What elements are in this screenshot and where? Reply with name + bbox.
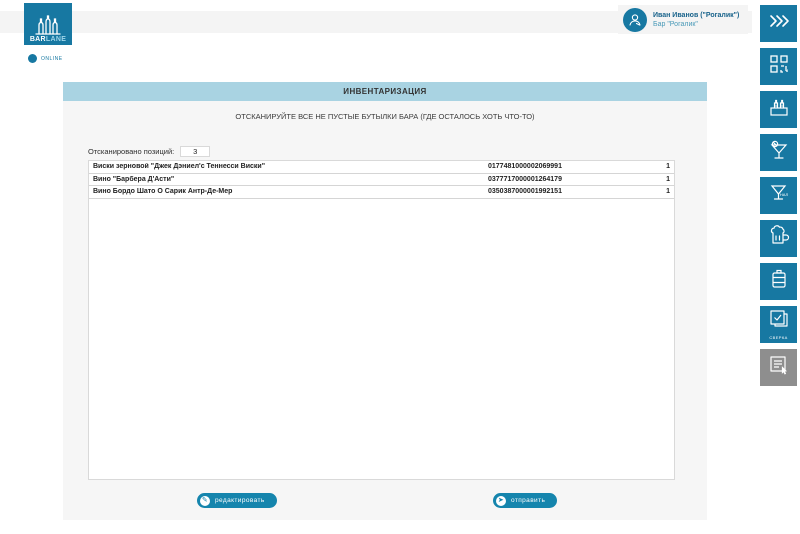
sidebar-item-beer[interactable] (760, 220, 797, 257)
page-title: ИНВЕНТАРИЗАЦИЯ (343, 87, 426, 96)
online-status: ONLINE (28, 54, 63, 63)
cocktail-glass-icon (767, 138, 791, 167)
item-name: Вино Бордо Шато О Сарик Антр-Де-Мер (89, 188, 488, 195)
send-button[interactable]: ➤ отправить (493, 493, 557, 508)
bottles-logo-icon (35, 15, 61, 36)
edit-button-label: редактировать (215, 497, 265, 504)
svg-text:A: A (774, 103, 777, 108)
sidebar-item-cocktails[interactable] (760, 134, 797, 171)
barlane-logo[interactable]: BARLANE (24, 3, 72, 45)
send-button-label: отправить (511, 497, 545, 504)
user-org: Бар "Рогалик" (653, 20, 739, 29)
table-row[interactable]: Виски зерновой "Джек Дэниел'с Теннесси В… (89, 161, 674, 174)
inventory-panel: ИНВЕНТАРИЗАЦИЯ ОТСКАНИРУЙТЕ ВСЕ НЕ ПУСТЫ… (63, 82, 707, 520)
item-name: Вино "Барбера Д'Асти" (89, 176, 488, 183)
scanned-count-value[interactable]: 3 (180, 146, 210, 157)
reconciliation-icon (768, 309, 790, 334)
inventory-report-icon (767, 353, 791, 382)
item-code: 0377717000001264179 (488, 176, 638, 183)
chevrons-right-icon (767, 9, 791, 38)
item-name: Виски зерновой "Джек Дэниел'с Теннесси В… (89, 163, 488, 170)
pencil-icon: ✎ (200, 496, 210, 506)
user-avatar-icon (623, 8, 647, 32)
table-row[interactable]: Вино Бордо Шато О Сарик Антр-Де-Мер 0350… (89, 186, 674, 199)
sidebar-item-bottle-crate[interactable]: A A (760, 91, 797, 128)
sidebar-item-keg[interactable] (760, 263, 797, 300)
sidebar-item-inventory-active[interactable] (760, 349, 797, 386)
qr-code-icon (767, 52, 791, 81)
user-block[interactable]: Иван Иванов ("Рогалик") Бар "Рогалик" (618, 5, 748, 34)
pour-overlay-text: НАЛ (779, 192, 788, 197)
table-row[interactable]: Вино "Барбера Д'Асти" 037771700000126417… (89, 174, 674, 187)
user-name: Иван Иванов ("Рогалик") (653, 11, 739, 20)
keg-icon (767, 267, 791, 296)
item-code: 0350387000001992151 (488, 188, 638, 195)
item-qty: 1 (638, 188, 674, 195)
scanned-count-label: Отсканировано позиций: (88, 147, 174, 156)
reconciliation-label: СВЕРКА (769, 335, 787, 340)
sidebar-item-pour[interactable]: НАЛ (760, 177, 797, 214)
online-label: ONLINE (41, 56, 63, 62)
scanned-count-row: Отсканировано позиций: 3 (88, 146, 210, 157)
sidebar-item-scan-qr[interactable] (760, 48, 797, 85)
user-info: Иван Иванов ("Рогалик") Бар "Рогалик" (653, 11, 739, 29)
sidebar-item-reconciliation[interactable]: СВЕРКА (760, 306, 797, 343)
edit-button[interactable]: ✎ редактировать (197, 493, 277, 508)
scanned-items-table: Виски зерновой "Джек Дэниел'с Теннесси В… (88, 160, 675, 480)
item-code: 0177481000002069991 (488, 163, 638, 170)
sidebar: A A НАЛ (760, 0, 800, 534)
svg-text:A: A (780, 103, 783, 108)
martini-pour-icon: НАЛ (767, 181, 791, 210)
scan-instruction: ОТСКАНИРУЙТЕ ВСЕ НЕ ПУСТЫЕ БУТЫЛКИ БАРА … (63, 112, 707, 121)
panel-header: ИНВЕНТАРИЗАЦИЯ (63, 82, 707, 101)
sidebar-item-expand[interactable] (760, 5, 797, 42)
bottle-crate-icon: A A (767, 95, 791, 124)
send-arrow-icon: ➤ (496, 496, 506, 506)
item-qty: 1 (638, 176, 674, 183)
item-qty: 1 (638, 163, 674, 170)
app-screen: BARLANE ONLINE Иван Иванов ("Рогалик") Б… (0, 0, 800, 534)
online-dot-icon (28, 54, 37, 63)
logo-wordmark: BARLANE (30, 36, 66, 43)
beer-mug-icon (767, 224, 791, 253)
